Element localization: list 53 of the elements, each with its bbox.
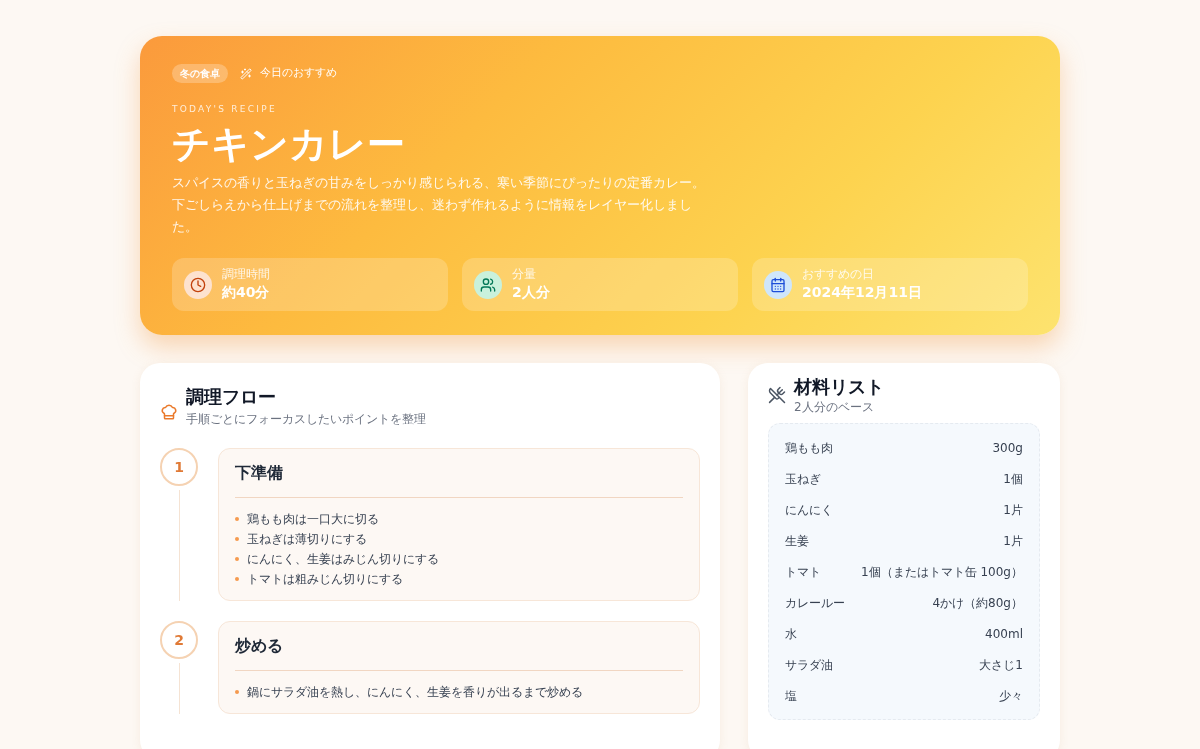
bullet-icon (235, 517, 239, 521)
step-item: にんにく、生姜はみじん切りにする (247, 551, 439, 568)
stat-label: 調理時間 (222, 266, 270, 282)
ingredient-name: 塩 (785, 687, 797, 705)
ingredient-amount: 300g (992, 439, 1023, 457)
chef-hat-icon (160, 402, 178, 421)
ingredient-name: 鶏もも肉 (785, 439, 833, 457)
bullet-icon (235, 557, 239, 561)
tag-badge: 冬の食卓 (172, 64, 228, 83)
ingredient-name: 玉ねぎ (785, 470, 821, 488)
step-title: 炒める (235, 635, 284, 657)
section-title: 調理フロー (186, 385, 277, 409)
section-title: 材料リスト (794, 375, 884, 399)
recipe-description: スパイスの香りと玉ねぎの甘みをしっかり感じられる、寒い季節にぴったりの定番カレー。下ごしらえから仕上げまでの流れを整理し、迷わず作れるように情報をレイヤー化しました。 (172, 174, 706, 236)
eyebrow-text: TODAY'S RECIPE (172, 103, 278, 116)
step-title: 下準備 (235, 462, 284, 484)
ingredient-amount: 大さじ1 (979, 656, 1023, 674)
utensils-icon (768, 386, 786, 404)
recommend-label: 今日のおすすめ (260, 65, 337, 82)
ingredient-name: トマト (785, 563, 821, 581)
step-number: 1 (160, 448, 198, 486)
ingredient-amount: 1個 (1003, 470, 1023, 488)
ingredient-amount: 少々 (999, 687, 1023, 705)
step-item: 鶏もも肉は一口大に切る (247, 511, 379, 528)
recipe-title: チキンカレー (172, 120, 406, 168)
calendar-icon (764, 270, 792, 299)
ingredient-name: カレールー (785, 594, 845, 612)
ingredient-amount: 400ml (985, 625, 1023, 643)
ingredient-name: サラダ油 (785, 656, 833, 674)
ingredient-name: 生姜 (785, 532, 809, 550)
ingredient-name: 水 (785, 625, 797, 643)
step-item: 玉ねぎは薄切りにする (247, 531, 367, 548)
people-icon (474, 270, 502, 299)
stat-label: おすすめの日 (802, 266, 875, 282)
stat-value: 約40分 (222, 283, 270, 302)
clock-icon (184, 270, 212, 299)
section-subtitle: 手順ごとにフォーカスしたいポイントを整理 (186, 411, 426, 428)
ingredient-amount: 1片 (1003, 501, 1023, 519)
magic-wand-icon (240, 67, 252, 80)
ingredient-amount: 4かけ（約80g） (932, 594, 1023, 612)
step-item: 鍋にサラダ油を熱し、にんにく、生姜を香りが出るまで炒める (247, 684, 583, 701)
section-subtitle: 2人分のベース (794, 399, 875, 415)
stat-value: 2024年12月11日 (802, 283, 922, 302)
step-item: トマトは粗みじん切りにする (247, 571, 403, 588)
bullet-icon (235, 690, 239, 694)
step-number: 2 (160, 621, 198, 659)
ingredient-amount: 1片 (1003, 532, 1023, 550)
bullet-icon (235, 537, 239, 541)
stat-label: 分量 (512, 266, 537, 282)
stat-value: 2人分 (512, 283, 550, 302)
ingredient-name: にんにく (785, 501, 833, 519)
bullet-icon (235, 577, 239, 581)
ingredient-amount: 1個（またはトマト缶 100g） (861, 563, 1023, 581)
